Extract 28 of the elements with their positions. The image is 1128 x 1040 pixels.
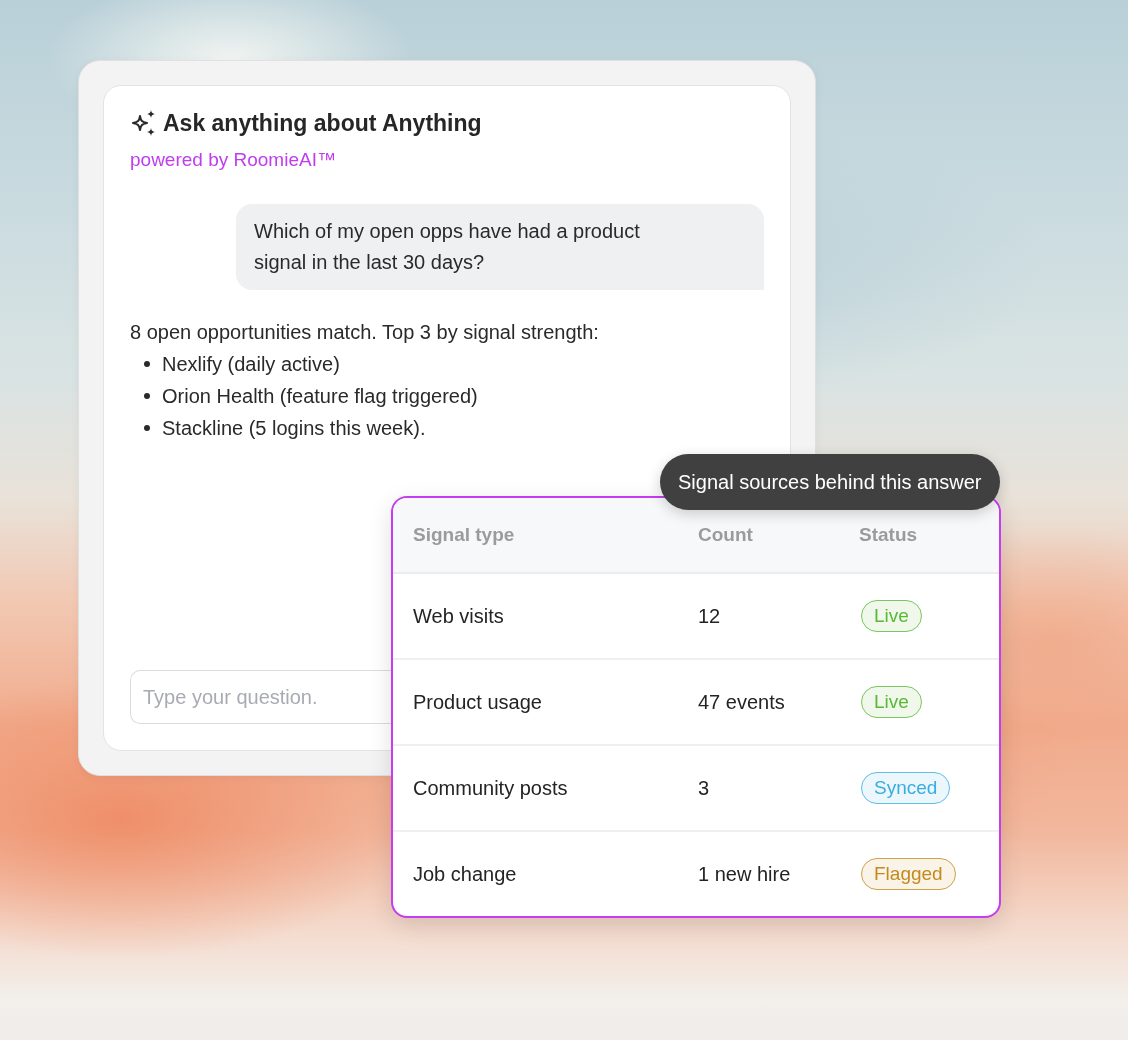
table-cell-text: Job change: [412, 862, 518, 887]
bullet-icon: [144, 425, 150, 431]
answer-text: 8 open opportunities match. Top 3 by signal strength:: [130, 320, 599, 345]
status-badge: Live: [861, 686, 922, 718]
sparkle-icon: [132, 109, 156, 137]
status-badge: Flagged: [861, 858, 956, 890]
table-cell-text: 1 new hire: [698, 862, 792, 887]
status-badge: Live: [861, 600, 922, 632]
chat-title: Ask anything about Anything: [163, 109, 482, 138]
bullet-icon: [144, 393, 150, 399]
table-cell-text: 3: [698, 776, 711, 801]
answer-list-item: Stackline (5 logins this week).: [162, 416, 426, 441]
status-badge: Synced: [861, 772, 951, 804]
question-input[interactable]: Type your question.: [130, 670, 391, 724]
bullet-icon: [144, 361, 150, 367]
column-header: Status: [859, 524, 919, 546]
user-message: Which of my open opps have had a product signal in the last 30 days?: [236, 204, 764, 290]
table-cell-text: Product usage: [412, 690, 543, 715]
answer-list-item: Orion Health (feature flag triggered): [162, 384, 478, 409]
table-cell-text: Community posts: [412, 776, 569, 801]
table-cell-text: 47 events: [698, 690, 786, 715]
column-header: Count: [698, 524, 754, 546]
column-header: Signal type: [412, 524, 516, 546]
table-cell-text: Web visits: [412, 604, 505, 629]
answer-list-item: Nexlify (daily active): [162, 352, 340, 377]
table-cell-text: 12: [698, 604, 722, 629]
powered-by-label: powered by RoomieAI™: [130, 148, 336, 172]
tooltip: Signal sources behind this answer: [660, 454, 1000, 510]
